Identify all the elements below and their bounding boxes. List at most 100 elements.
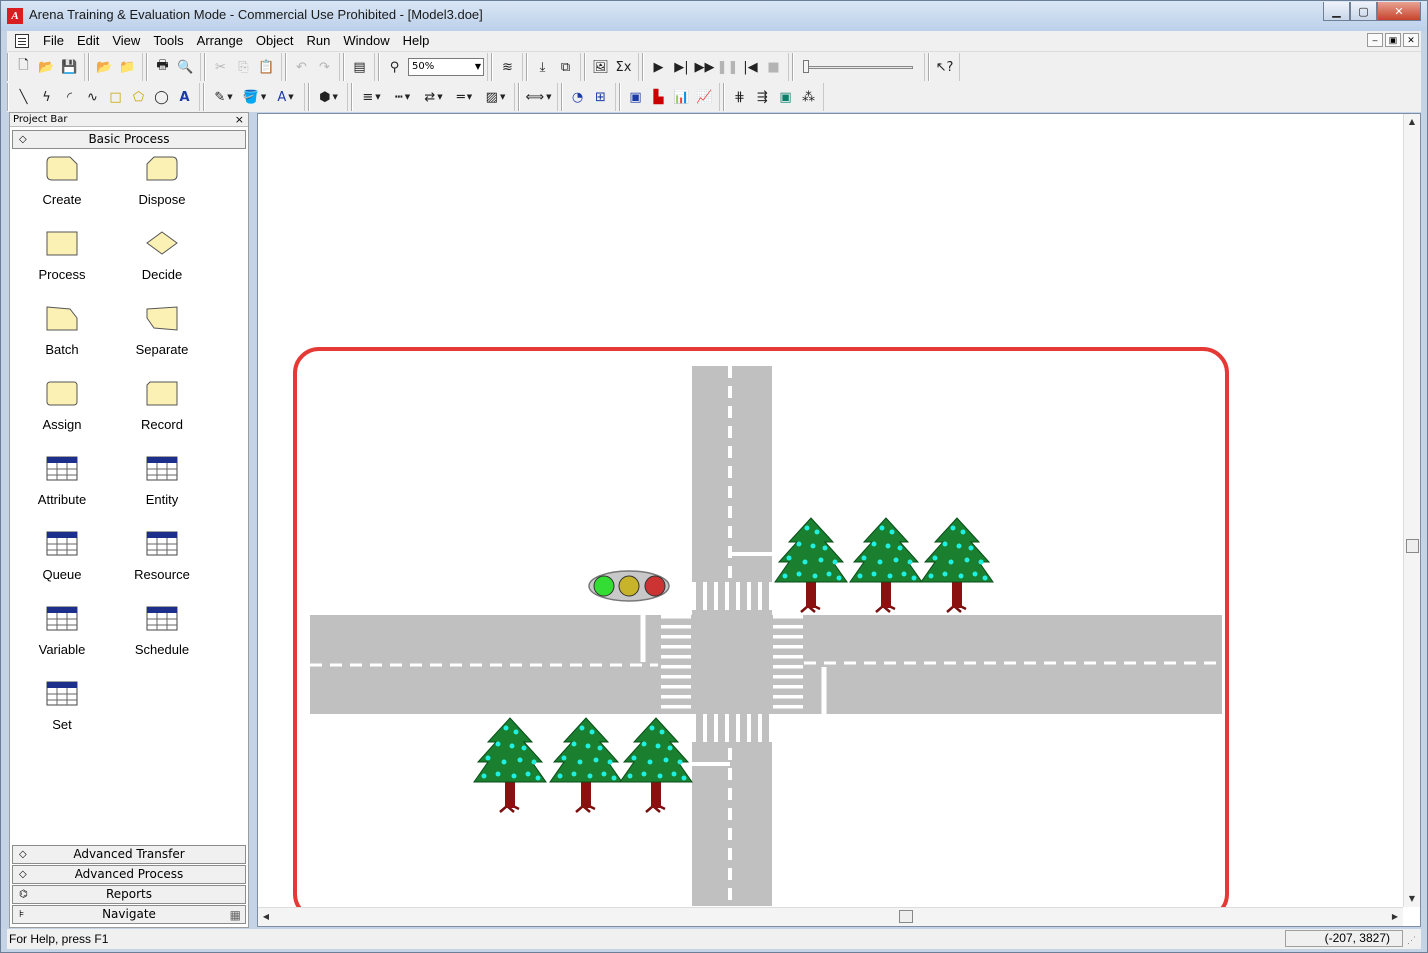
run-fast-forward-icon[interactable]: ▶▶ xyxy=(694,56,716,78)
queue-animation-icon[interactable]: ⋕ xyxy=(729,86,751,108)
panel-tab-advanced-transfer[interactable]: ◇ Advanced Transfer xyxy=(12,845,246,864)
picture-library-icon[interactable]: 🖼 xyxy=(590,56,612,78)
undo-icon[interactable]: ↶ xyxy=(291,56,313,78)
layers-icon[interactable]: ≋ xyxy=(497,56,519,78)
split-screen-icon[interactable]: ▤ xyxy=(349,56,371,78)
paste-icon[interactable]: 📋 xyxy=(256,56,278,78)
menu-edit[interactable]: Edit xyxy=(71,33,105,48)
run-pause-icon[interactable]: ❚❚ xyxy=(717,56,739,78)
clock-icon[interactable]: ◔ xyxy=(567,86,589,108)
module-record[interactable]: Record xyxy=(112,375,212,450)
print-icon[interactable]: 🖶 xyxy=(152,56,174,78)
save-icon[interactable]: 💾 xyxy=(59,56,81,78)
animation-speed-slider[interactable] xyxy=(803,60,915,74)
bezier-tool-icon[interactable]: ∿ xyxy=(82,86,104,108)
cut-icon[interactable]: ✂ xyxy=(210,56,232,78)
horizontal-scrollbar[interactable]: ◀ ▶ xyxy=(258,907,1403,926)
zoom-icon[interactable]: ⚲ xyxy=(384,56,406,78)
scroll-up-arrow-icon[interactable]: ▲ xyxy=(1404,114,1420,130)
arrow-style-icon[interactable]: ⇄ ▼ xyxy=(419,86,449,108)
connect-icon[interactable]: ⤓ xyxy=(532,56,554,78)
panel-tab-navigate[interactable]: ⊧ Navigate ▦ xyxy=(12,905,246,924)
redo-icon[interactable]: ↷ xyxy=(314,56,336,78)
text-tool-icon[interactable]: A xyxy=(174,86,196,108)
mdi-restore-button[interactable]: ▣ xyxy=(1385,33,1401,47)
line-width-icon[interactable]: ≡ ▼ xyxy=(357,86,387,108)
module-schedule[interactable]: Schedule xyxy=(112,600,212,675)
traffic-light[interactable] xyxy=(588,570,670,602)
box-tool-icon[interactable]: □ xyxy=(105,86,127,108)
arc-tool-icon[interactable]: ◜ xyxy=(59,86,81,108)
module-separate[interactable]: Separate xyxy=(112,300,212,375)
polygon-tool-icon[interactable]: ⬠ xyxy=(128,86,150,108)
mdi-close-button[interactable]: ✕ xyxy=(1403,33,1419,47)
menu-tools[interactable]: Tools xyxy=(147,33,189,48)
line-tool-icon[interactable]: ╲ xyxy=(13,86,35,108)
menu-window[interactable]: Window xyxy=(337,33,395,48)
module-assign[interactable]: Assign xyxy=(12,375,112,450)
project-bar-close-button[interactable]: × xyxy=(235,113,244,127)
maximize-button[interactable]: ▢ xyxy=(1350,2,1377,21)
print-preview-icon[interactable]: 🔍 xyxy=(175,56,197,78)
mdi-minimize-button[interactable]: – xyxy=(1367,33,1383,47)
global-picture-icon[interactable]: ▣ xyxy=(775,86,797,108)
ellipse-tool-icon[interactable]: ◯ xyxy=(151,86,173,108)
polyline-tool-icon[interactable]: ϟ xyxy=(36,86,58,108)
module-set[interactable]: Set xyxy=(12,675,112,750)
minimize-button[interactable]: ▁ xyxy=(1323,2,1350,21)
menu-object[interactable]: Object xyxy=(250,33,300,48)
thumbnail-icon[interactable]: ▦ xyxy=(230,907,241,924)
fill-color-icon[interactable]: 🪣 ▼ xyxy=(240,86,270,108)
histogram-icon[interactable]: 📊 xyxy=(671,86,693,108)
module-process[interactable]: Process xyxy=(12,225,112,300)
submodel-icon[interactable]: ⧉ xyxy=(555,56,577,78)
plot-icon[interactable]: 📈 xyxy=(694,86,716,108)
run-start-over-icon[interactable]: |◀ xyxy=(740,56,762,78)
panel-tab-advanced-process[interactable]: ◇ Advanced Process xyxy=(12,865,246,884)
document-menu-icon[interactable] xyxy=(15,34,29,48)
menu-run[interactable]: Run xyxy=(301,33,337,48)
resource-animation-icon[interactable]: ⇶ xyxy=(752,86,774,108)
run-end-icon[interactable]: ■ xyxy=(763,56,785,78)
open-file-icon[interactable]: 📂 xyxy=(36,56,58,78)
module-queue[interactable]: Queue xyxy=(12,525,112,600)
menu-arrange[interactable]: Arrange xyxy=(191,33,249,48)
run-go-icon[interactable]: ▶ xyxy=(648,56,670,78)
line-color-icon[interactable]: ✎ ▼ xyxy=(209,86,239,108)
module-dispose[interactable]: Dispose xyxy=(112,150,212,225)
module-attribute[interactable]: Attribute xyxy=(12,450,112,525)
vertical-scroll-thumb[interactable] xyxy=(1406,539,1419,553)
arena-app-icon[interactable]: A xyxy=(7,8,23,24)
zoom-select[interactable]: 50% xyxy=(408,58,484,76)
variable-display-icon[interactable]: ▣ xyxy=(625,86,647,108)
line-style-icon[interactable]: ┅ ▼ xyxy=(388,86,418,108)
module-decide[interactable]: Decide xyxy=(112,225,212,300)
level-icon[interactable]: ▙ xyxy=(648,86,670,108)
menu-help[interactable]: Help xyxy=(397,33,436,48)
template-attach-icon[interactable]: 📂 xyxy=(94,56,116,78)
line-pattern-icon[interactable]: ═ ▼ xyxy=(450,86,480,108)
horizontal-scroll-thumb[interactable] xyxy=(899,910,913,923)
new-file-icon[interactable]: 🗋 xyxy=(13,56,35,78)
scroll-left-arrow-icon[interactable]: ◀ xyxy=(258,908,274,926)
menu-view[interactable]: View xyxy=(106,33,146,48)
align-icon[interactable]: ⟺ ▼ xyxy=(524,86,554,108)
module-create[interactable]: Create xyxy=(12,150,112,225)
model-canvas[interactable]: ▲ ▼ ◀ ▶ xyxy=(257,113,1421,927)
vertical-scrollbar[interactable]: ▲ ▼ xyxy=(1403,114,1420,907)
close-button[interactable]: ✕ xyxy=(1377,2,1421,21)
module-variable[interactable]: Variable xyxy=(12,600,112,675)
resize-grip-icon[interactable]: ⋰ xyxy=(1407,935,1419,947)
copy-icon[interactable]: ⎘ xyxy=(233,56,255,78)
background-color-icon[interactable]: ⬢ ▼ xyxy=(314,86,344,108)
context-help-icon[interactable]: ↖? xyxy=(934,56,956,78)
scroll-down-arrow-icon[interactable]: ▼ xyxy=(1404,891,1420,907)
scroll-right-arrow-icon[interactable]: ▶ xyxy=(1387,908,1403,926)
menu-file[interactable]: File xyxy=(37,33,70,48)
expression-builder-icon[interactable]: Σx xyxy=(613,56,635,78)
fill-pattern-icon[interactable]: ▨ ▼ xyxy=(481,86,511,108)
storage-icon[interactable]: ⁂ xyxy=(798,86,820,108)
panel-tab-basic-process[interactable]: ◇ Basic Process xyxy=(12,130,246,149)
panel-tab-reports[interactable]: ⌬ Reports xyxy=(12,885,246,904)
module-resource[interactable]: Resource xyxy=(112,525,212,600)
